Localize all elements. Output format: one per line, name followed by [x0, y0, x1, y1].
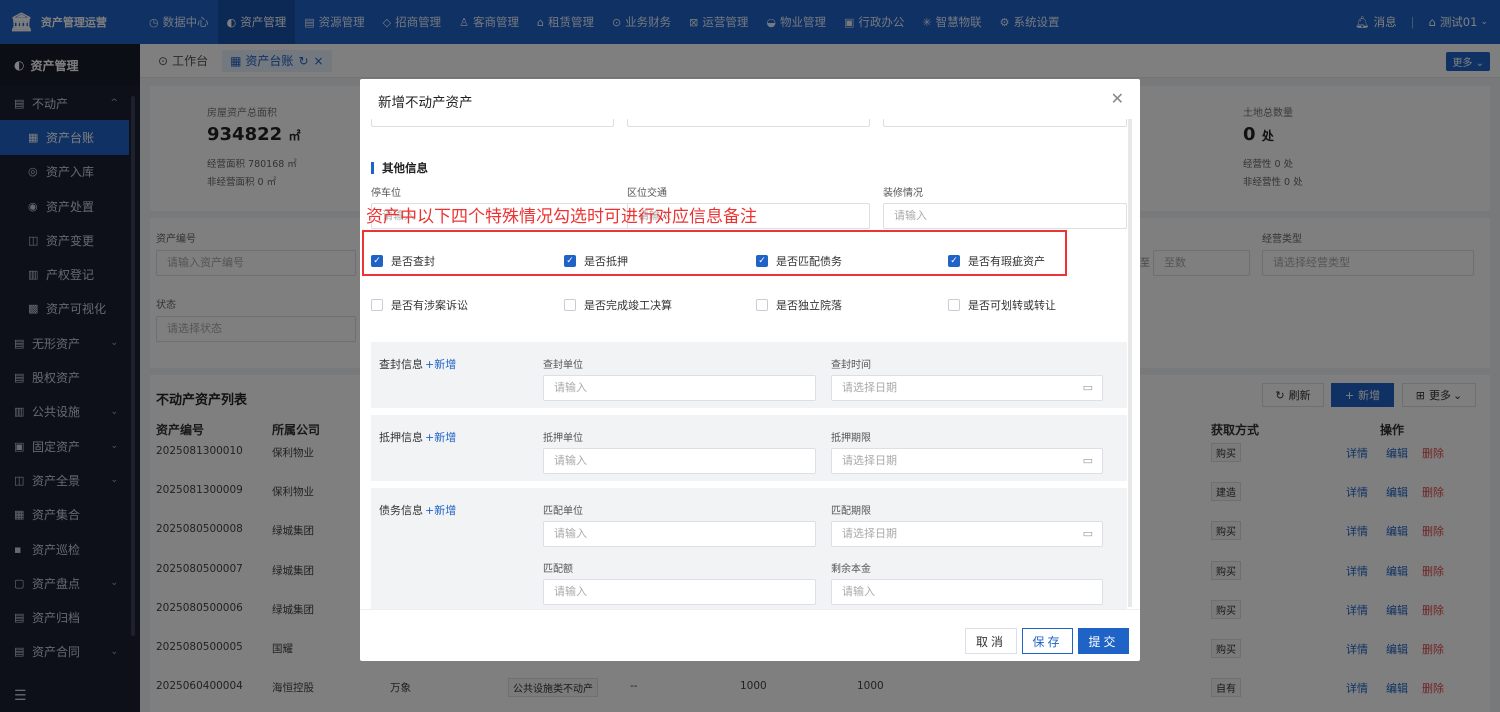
seal-add-link[interactable]: +新增	[425, 358, 456, 371]
remaining-principal-label: 剩余本金	[831, 564, 871, 575]
checkbox-5[interactable]: 是否完成竣工决算	[564, 297, 672, 313]
upper-field-3[interactable]	[883, 119, 1127, 127]
modal-footer: 取消 保存 提交	[360, 609, 1140, 661]
checkbox-6[interactable]: 是否独立院落	[756, 297, 842, 313]
add-asset-modal: 新增不动产资产 ✕ 其他信息 停车位 区位交通 装修情况 请输入 请输入 请输入…	[360, 79, 1140, 661]
debt-info-group: 债务信息 +新增 匹配单位 请输入 匹配期限 请选择日期 ▭ 匹配额 请输入 剩余本…	[371, 488, 1127, 609]
traffic-label: 区位交通	[627, 188, 667, 199]
seal-time-label: 查封时间	[831, 360, 871, 371]
checkbox-box[interactable]	[564, 299, 576, 311]
modal-title: 新增不动产资产	[378, 95, 473, 111]
checkbox-4[interactable]: 是否有涉案诉讼	[371, 297, 468, 313]
close-icon[interactable]: ✕	[1111, 89, 1124, 108]
annotation-highlight-box	[362, 230, 1067, 276]
save-button[interactable]: 保存	[1022, 628, 1073, 654]
mortgage-info-group: 抵押信息 +新增 抵押单位 请输入 抵押期限 请选择日期 ▭	[371, 415, 1127, 481]
modal-scrollbar[interactable]	[1128, 119, 1132, 607]
seal-info-title: 查封信息 +新增	[379, 358, 457, 371]
calendar-icon: ▭	[1082, 527, 1093, 540]
cancel-button[interactable]: 取消	[965, 628, 1017, 654]
remaining-principal-input[interactable]: 请输入	[831, 579, 1103, 605]
checkbox-box[interactable]	[756, 299, 768, 311]
debt-term-picker[interactable]: 请选择日期 ▭	[831, 521, 1103, 547]
calendar-icon: ▭	[1082, 454, 1093, 467]
debt-info-title: 债务信息 +新增	[379, 504, 457, 517]
checkbox-7[interactable]: 是否可划转或转让	[948, 297, 1056, 313]
debt-amount-input[interactable]: 请输入	[543, 579, 816, 605]
seal-time-picker[interactable]: 请选择日期 ▭	[831, 375, 1103, 401]
seal-unit-label: 查封单位	[543, 360, 583, 371]
checkbox-box[interactable]	[371, 299, 383, 311]
mortgage-info-title: 抵押信息 +新增	[379, 431, 457, 444]
mortgage-term-picker[interactable]: 请选择日期 ▭	[831, 448, 1103, 474]
mortgage-unit-label: 抵押单位	[543, 433, 583, 444]
upper-field-2[interactable]	[627, 119, 870, 127]
debt-unit-input[interactable]: 请输入	[543, 521, 816, 547]
checkbox-box[interactable]	[948, 299, 960, 311]
parking-label: 停车位	[371, 188, 401, 199]
seal-unit-input[interactable]: 请输入	[543, 375, 816, 401]
debt-term-label: 匹配期限	[831, 506, 871, 517]
debt-amount-label: 匹配额	[543, 564, 573, 575]
mortgage-unit-input[interactable]: 请输入	[543, 448, 816, 474]
calendar-icon: ▭	[1082, 381, 1093, 394]
debt-add-link[interactable]: +新增	[425, 504, 456, 517]
decoration-label: 装修情况	[883, 188, 923, 199]
seal-info-group: 查封信息 +新增 查封单位 请输入 查封时间 请选择日期 ▭	[371, 342, 1127, 408]
mortgage-add-link[interactable]: +新增	[425, 431, 456, 444]
upper-field-1[interactable]	[371, 119, 614, 127]
modal-body: 其他信息 停车位 区位交通 装修情况 请输入 请输入 请输入 ✓ 是否查封 ✓ 是否抵…	[360, 119, 1140, 609]
annotation-text: 资产中以下四个特殊情况勾选时可进行对应信息备注	[366, 207, 757, 227]
mortgage-term-label: 抵押期限	[831, 433, 871, 444]
decoration-input[interactable]: 请输入	[883, 203, 1127, 229]
debt-unit-label: 匹配单位	[543, 506, 583, 517]
section-other-info: 其他信息	[371, 162, 428, 174]
submit-button[interactable]: 提交	[1078, 628, 1129, 654]
